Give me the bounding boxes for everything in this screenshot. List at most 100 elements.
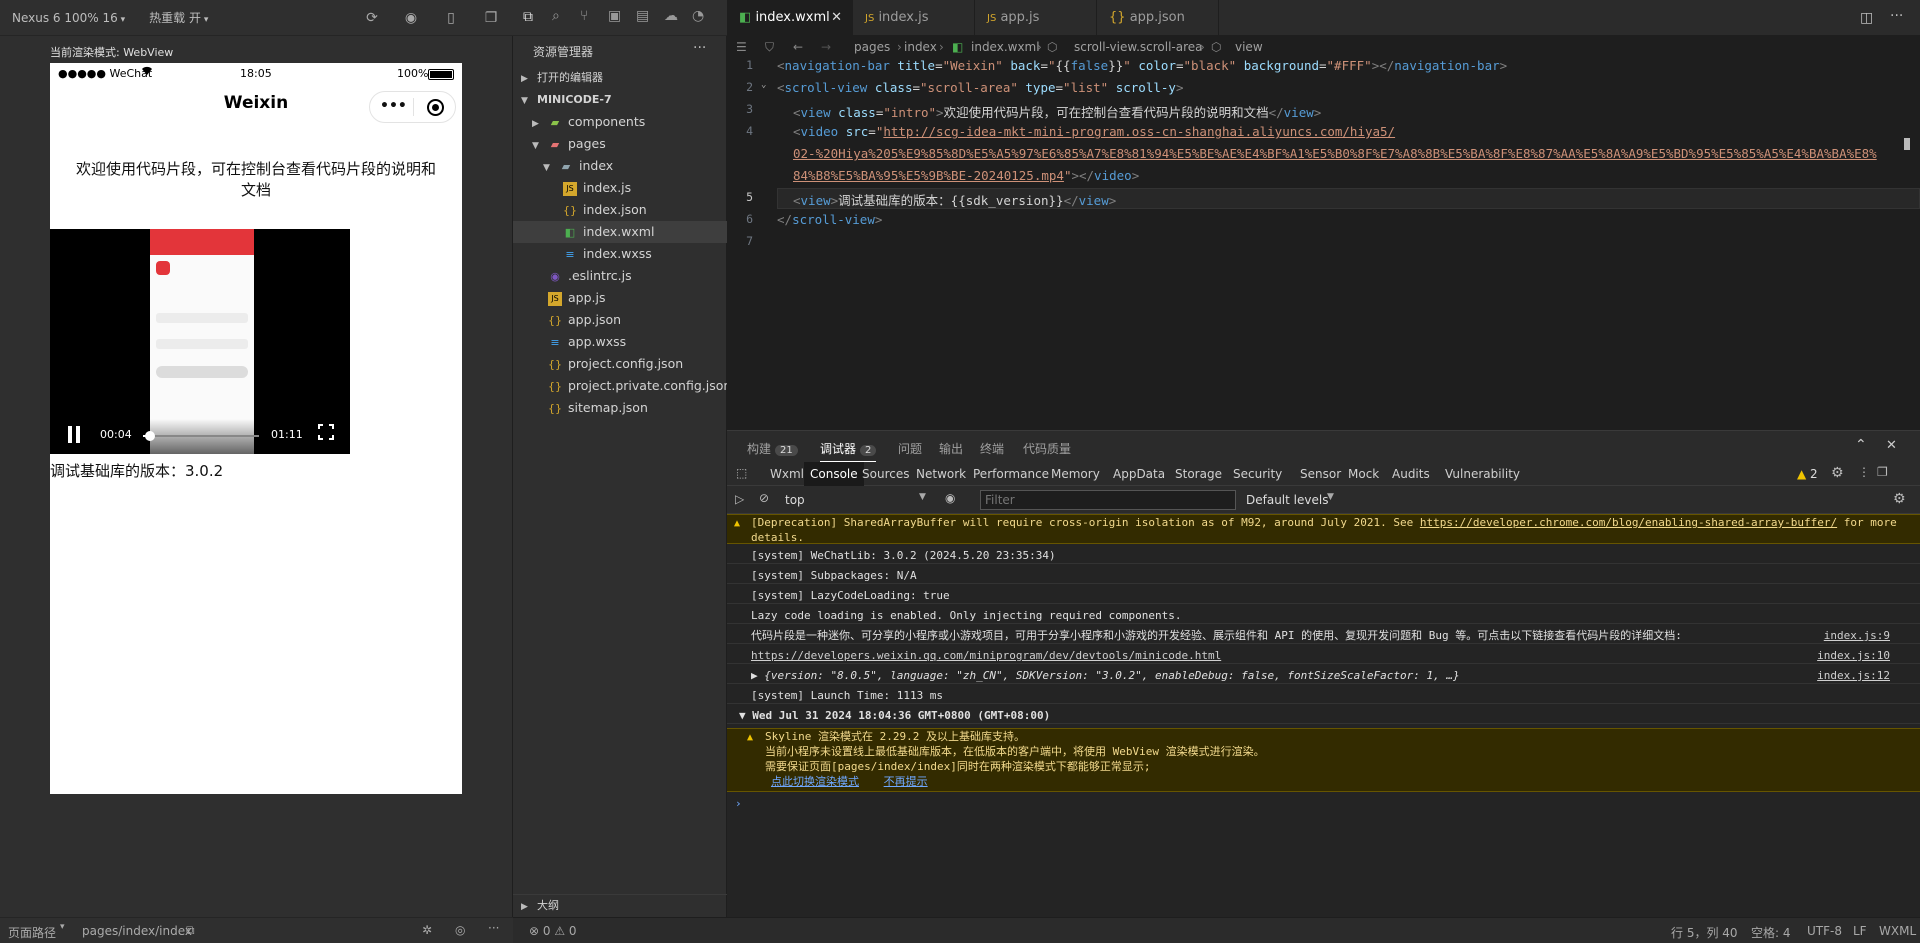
close-icon[interactable]: ✕ (831, 0, 842, 36)
context-select[interactable]: top (785, 493, 805, 507)
console-group[interactable]: ▼ Wed Jul 31 2024 18:04:36 GMT+0800 (GMT… (727, 708, 1920, 724)
eye-icon[interactable]: ◎ (455, 923, 465, 937)
video-player[interactable]: 00:04 01:11 (50, 229, 350, 454)
problems-count[interactable]: ⊗ 0 ⚠ 0 (529, 924, 577, 938)
tab-console[interactable]: Console (804, 462, 864, 486)
refresh-icon[interactable]: ⟳ (364, 10, 380, 26)
tab-audits[interactable]: Audits (1386, 462, 1436, 486)
tree-item-app-wxss[interactable]: ≡ app.wxss (513, 331, 727, 353)
clear-console-icon[interactable]: ⊘ (759, 491, 769, 505)
tab-index-js[interactable]: JS index.js (853, 0, 975, 36)
inspect-icon[interactable]: ⬚ (736, 466, 747, 480)
more-icon[interactable]: ••• (380, 98, 407, 114)
tab-app-js[interactable]: JS app.js (975, 0, 1097, 36)
scrollbar-thumb[interactable] (1904, 138, 1910, 150)
project-section[interactable]: ▼ MINICODE-7 (513, 89, 727, 111)
tree-item-sitemap[interactable]: {} sitemap.json (513, 397, 727, 419)
hot-reload-select[interactable]: 热重载 开 (149, 9, 208, 26)
line-ending[interactable]: LF (1853, 924, 1867, 938)
tree-item-project-config[interactable]: {} project.config.json (513, 353, 727, 375)
breadcrumb-item[interactable]: index.wxml (971, 36, 1040, 58)
tree-item-project-private-config[interactable]: {} project.private.config.json (513, 375, 731, 397)
stop-icon[interactable]: ◉ (403, 10, 419, 26)
source-link[interactable]: index.js:9 (1824, 628, 1890, 643)
tab-appdata[interactable]: AppData (1107, 462, 1171, 486)
gear-icon[interactable]: ⚙ (1831, 465, 1844, 481)
more-icon[interactable]: ··· (488, 921, 499, 935)
warning-count[interactable]: 2 (1810, 467, 1818, 481)
tab-network[interactable]: Network (910, 462, 972, 486)
breadcrumb-item[interactable]: index (904, 36, 937, 58)
breadcrumb-item[interactable]: pages (854, 36, 890, 58)
chevron-up-icon[interactable]: ⌃ (1855, 437, 1867, 453)
phone-icon[interactable]: ▯ (443, 10, 459, 26)
more-vert-icon[interactable]: ⋮ (1858, 465, 1870, 479)
open-editors-section[interactable]: ▶ 打开的编辑器 (513, 67, 727, 89)
preview-icon[interactable]: ▤ (636, 8, 649, 24)
indent-setting[interactable]: 空格: 4 (1751, 924, 1791, 941)
tab-terminal[interactable]: 终端 (980, 440, 1004, 457)
tree-item-index-json[interactable]: {} index.json (513, 199, 727, 221)
bug-icon[interactable]: ✲ (422, 923, 432, 937)
bell-icon[interactable]: ◔ (692, 8, 704, 24)
eye-icon[interactable]: ◉ (945, 491, 955, 505)
tree-item-index-wxml[interactable]: ◧ index.wxml (513, 221, 727, 243)
forward-icon[interactable]: → (821, 36, 831, 58)
fullscreen-icon[interactable] (318, 424, 334, 440)
video-seek-knob[interactable] (144, 431, 155, 441)
close-icon[interactable]: ✕ (1886, 438, 1897, 453)
page-path-label[interactable]: 页面路径 (8, 924, 56, 941)
filter-input[interactable] (980, 490, 1236, 510)
levels-select[interactable]: Default levels (1246, 493, 1328, 507)
tree-item-index-js[interactable]: JS index.js (513, 177, 727, 199)
switch-render-link[interactable]: 点此切换渲染模式 (771, 775, 859, 788)
source-link[interactable]: index.js:12 (1817, 668, 1890, 683)
console-row-object[interactable]: ▶ {version: "8.0.5", language: "zh_CN", … (727, 668, 1920, 684)
tree-item-app-js[interactable]: JS app.js (513, 287, 727, 309)
tree-item-eslintrc[interactable]: ◉ .eslintrc.js (513, 265, 727, 287)
tab-index-wxml[interactable]: ◧ index.wxml ✕ (727, 0, 853, 36)
console-link[interactable]: https://developer.chrome.com/blog/enabli… (1420, 516, 1837, 529)
tree-item-pages[interactable]: ▼ ▰ pages (513, 133, 727, 155)
tab-app-json[interactable]: {} app.json (1097, 0, 1219, 36)
video-seek-track[interactable] (143, 431, 259, 441)
files-icon[interactable]: ⧉ (523, 9, 533, 25)
list-icon[interactable]: ☰ (736, 36, 747, 58)
source-link[interactable]: index.js:10 (1817, 648, 1890, 663)
copy-icon[interactable]: ⧉ (186, 923, 195, 938)
extensions-icon[interactable]: ▣ (608, 8, 621, 24)
tab-build[interactable]: 构建 21 (747, 440, 798, 457)
search-icon[interactable]: ⌕ (552, 8, 560, 24)
explorer-more-icon[interactable]: ··· (693, 40, 706, 56)
outline-section[interactable]: ▶ 大纲 (513, 894, 727, 916)
pause-icon[interactable] (68, 426, 72, 443)
source-control-icon[interactable]: ⑂ (580, 8, 588, 24)
tab-memory[interactable]: Memory (1045, 462, 1106, 486)
tab-problems[interactable]: 问题 (898, 440, 922, 457)
language-mode[interactable]: WXML (1879, 924, 1916, 938)
tab-sensor[interactable]: Sensor (1294, 462, 1347, 486)
fold-chevron-icon[interactable]: ⌄ (761, 80, 766, 90)
more-icon[interactable]: ··· (1890, 8, 1903, 24)
tab-sources[interactable]: Sources (856, 462, 915, 486)
breadcrumb-item[interactable]: view (1235, 36, 1263, 58)
gear-icon[interactable]: ⚙ (1893, 491, 1906, 507)
cloud-icon[interactable]: ☁ (664, 8, 678, 24)
bookmark-icon[interactable]: ⛉ (765, 36, 774, 58)
dock-icon[interactable]: ❐ (1877, 465, 1888, 479)
tab-security[interactable]: Security (1227, 462, 1288, 486)
tab-storage[interactable]: Storage (1169, 462, 1228, 486)
encoding[interactable]: UTF-8 (1807, 924, 1842, 938)
tree-item-app-json[interactable]: {} app.json (513, 309, 727, 331)
tab-debugger[interactable]: 调试器 2 (820, 440, 877, 462)
code-editor[interactable]: 1 2 3 4 5 6 7 ⌄ <navigation-bar title="W… (727, 58, 1920, 430)
split-editor-icon[interactable]: ◫ (1860, 10, 1873, 26)
tab-vulnerability[interactable]: Vulnerability (1439, 462, 1526, 486)
tab-code-quality[interactable]: 代码质量 (1023, 440, 1071, 457)
back-icon[interactable]: ← (793, 36, 803, 58)
device-select[interactable]: Nexus 6 100% 16 (12, 11, 125, 25)
tab-mock[interactable]: Mock (1342, 462, 1385, 486)
sidebar-toggle-icon[interactable]: ▷ (735, 492, 744, 506)
close-miniprogram-icon[interactable] (427, 99, 444, 116)
window-icon[interactable]: ❐ (483, 10, 499, 26)
